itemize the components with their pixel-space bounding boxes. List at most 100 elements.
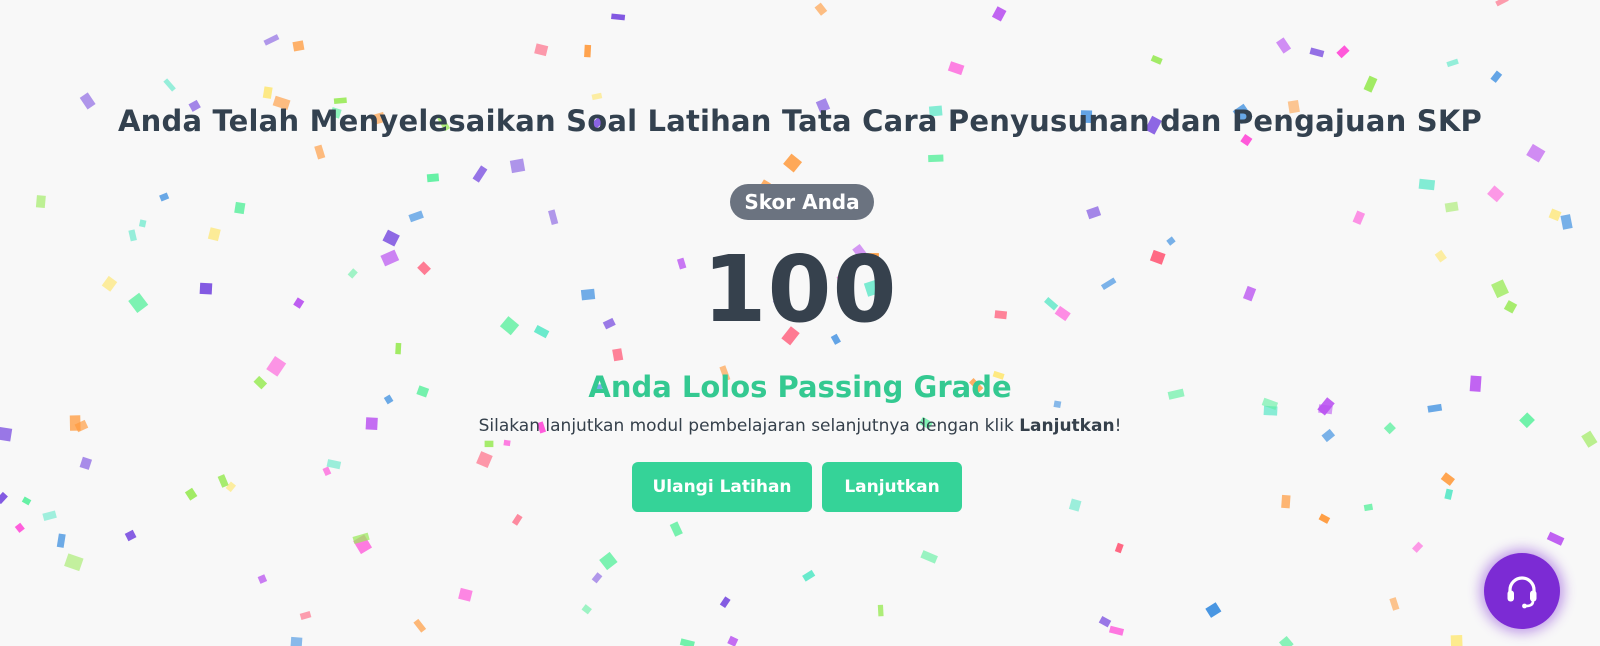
confetti-piece	[326, 459, 342, 470]
confetti-piece	[783, 153, 803, 173]
confetti-piece	[1205, 602, 1222, 618]
confetti-piece	[1263, 405, 1278, 416]
instruction-emphasis: Lanjutkan	[1019, 416, 1115, 436]
continue-button[interactable]: Lanjutkan	[822, 462, 962, 512]
confetti-piece	[353, 534, 373, 555]
confetti-piece	[413, 618, 427, 633]
confetti-piece	[1444, 201, 1459, 213]
confetti-piece	[991, 6, 1007, 22]
confetti-piece	[21, 496, 32, 506]
instruction-prefix: Silakan lanjutkan modul pembelajaran sel…	[478, 416, 1020, 436]
confetti-piece	[1318, 404, 1333, 415]
confetti-piece	[591, 572, 603, 584]
confetti-piece	[1114, 542, 1124, 554]
instruction-text: Silakan lanjutkan modul pembelajaran sel…	[0, 416, 1600, 436]
confetti-piece	[138, 219, 147, 228]
confetti-piece	[548, 209, 559, 226]
confetti-piece	[1440, 472, 1455, 486]
confetti-piece	[1150, 54, 1163, 65]
confetti-piece	[292, 40, 305, 52]
confetti-piece	[1495, 0, 1509, 7]
results-page: Anda Telah Menyelesaikan Soal Latihan Ta…	[0, 0, 1600, 646]
confetti-piece	[877, 604, 884, 617]
confetti-piece	[56, 533, 66, 548]
confetti-piece	[1309, 47, 1325, 58]
confetti-piece	[1546, 531, 1565, 546]
confetti-piece	[1490, 70, 1503, 83]
confetti-piece	[591, 92, 603, 101]
confetti-piece	[727, 635, 739, 646]
confetti-piece	[611, 13, 626, 21]
passing-status: Anda Lolos Passing Grade	[588, 370, 1012, 404]
confetti-piece	[1318, 513, 1331, 524]
confetti-piece	[408, 210, 424, 223]
confetti-piece	[1560, 214, 1573, 230]
confetti-piece	[124, 529, 137, 542]
headset-icon	[1507, 576, 1537, 609]
confetti-piece	[584, 44, 592, 58]
confetti-piece	[1363, 503, 1374, 512]
confetti-piece	[1363, 75, 1378, 93]
page-title: Anda Telah Menyelesaikan Soal Latihan Ta…	[118, 104, 1482, 138]
confetti-piece	[947, 61, 965, 76]
confetti-piece	[333, 97, 347, 104]
confetti-piece	[1098, 615, 1112, 628]
confetti-piece	[426, 173, 440, 183]
confetti-piece	[184, 487, 198, 501]
confetti-piece	[503, 439, 511, 447]
confetti-piece	[64, 553, 84, 572]
confetti-piece	[1446, 58, 1459, 68]
confetti-piece	[1068, 498, 1082, 512]
confetti-piece	[1352, 210, 1366, 225]
confetti-piece	[35, 195, 46, 208]
confetti-piece	[163, 78, 176, 92]
confetti-piece	[472, 165, 488, 183]
confetti-piece	[14, 522, 25, 533]
confetti-piece	[920, 550, 938, 564]
confetti-piece	[484, 440, 494, 448]
confetti-piece	[217, 474, 229, 488]
confetti-piece	[257, 574, 268, 584]
confetti-piece	[234, 201, 246, 215]
confetti-piece	[1450, 635, 1463, 646]
confetti-piece	[290, 636, 303, 646]
score-label-badge: Skor Anda	[730, 184, 874, 220]
confetti-piece	[581, 604, 592, 615]
confetti-piece	[814, 2, 828, 16]
confetti-piece	[719, 596, 731, 609]
confetti-piece	[314, 144, 326, 160]
confetti-piece	[263, 34, 280, 46]
confetti-piece	[1336, 45, 1350, 59]
score-value: 100	[702, 236, 898, 343]
confetti-piece	[352, 532, 370, 545]
retry-button[interactable]: Ulangi Latihan	[632, 462, 812, 512]
confetti-piece	[1548, 208, 1562, 222]
confetti-piece	[511, 513, 523, 526]
confetti-piece	[1427, 403, 1443, 413]
support-chat-button[interactable]	[1484, 553, 1560, 629]
confetti-piece	[679, 638, 695, 646]
confetti-piece	[1086, 206, 1102, 220]
confetti-piece	[1412, 541, 1424, 553]
confetti-piece	[79, 456, 93, 470]
confetti-piece	[612, 348, 624, 362]
confetti-piece	[476, 451, 493, 469]
confetti-piece	[1278, 635, 1294, 646]
confetti-piece	[802, 569, 816, 582]
confetti-piece	[599, 551, 618, 571]
instruction-suffix: !	[1114, 416, 1122, 436]
confetti-piece	[1444, 488, 1454, 500]
confetti-piece	[299, 611, 312, 621]
confetti-piece	[1389, 597, 1400, 611]
confetti-piece	[1281, 494, 1291, 509]
confetti-piece	[0, 491, 8, 505]
confetti-piece	[1108, 625, 1125, 636]
confetti-piece	[928, 154, 944, 163]
confetti-piece	[669, 521, 683, 537]
confetti-piece	[1487, 185, 1505, 203]
confetti-piece	[225, 481, 237, 493]
confetti-piece	[1276, 37, 1292, 54]
confetti-piece	[534, 43, 549, 57]
confetti-piece	[1418, 178, 1436, 191]
confetti-piece	[509, 158, 526, 174]
